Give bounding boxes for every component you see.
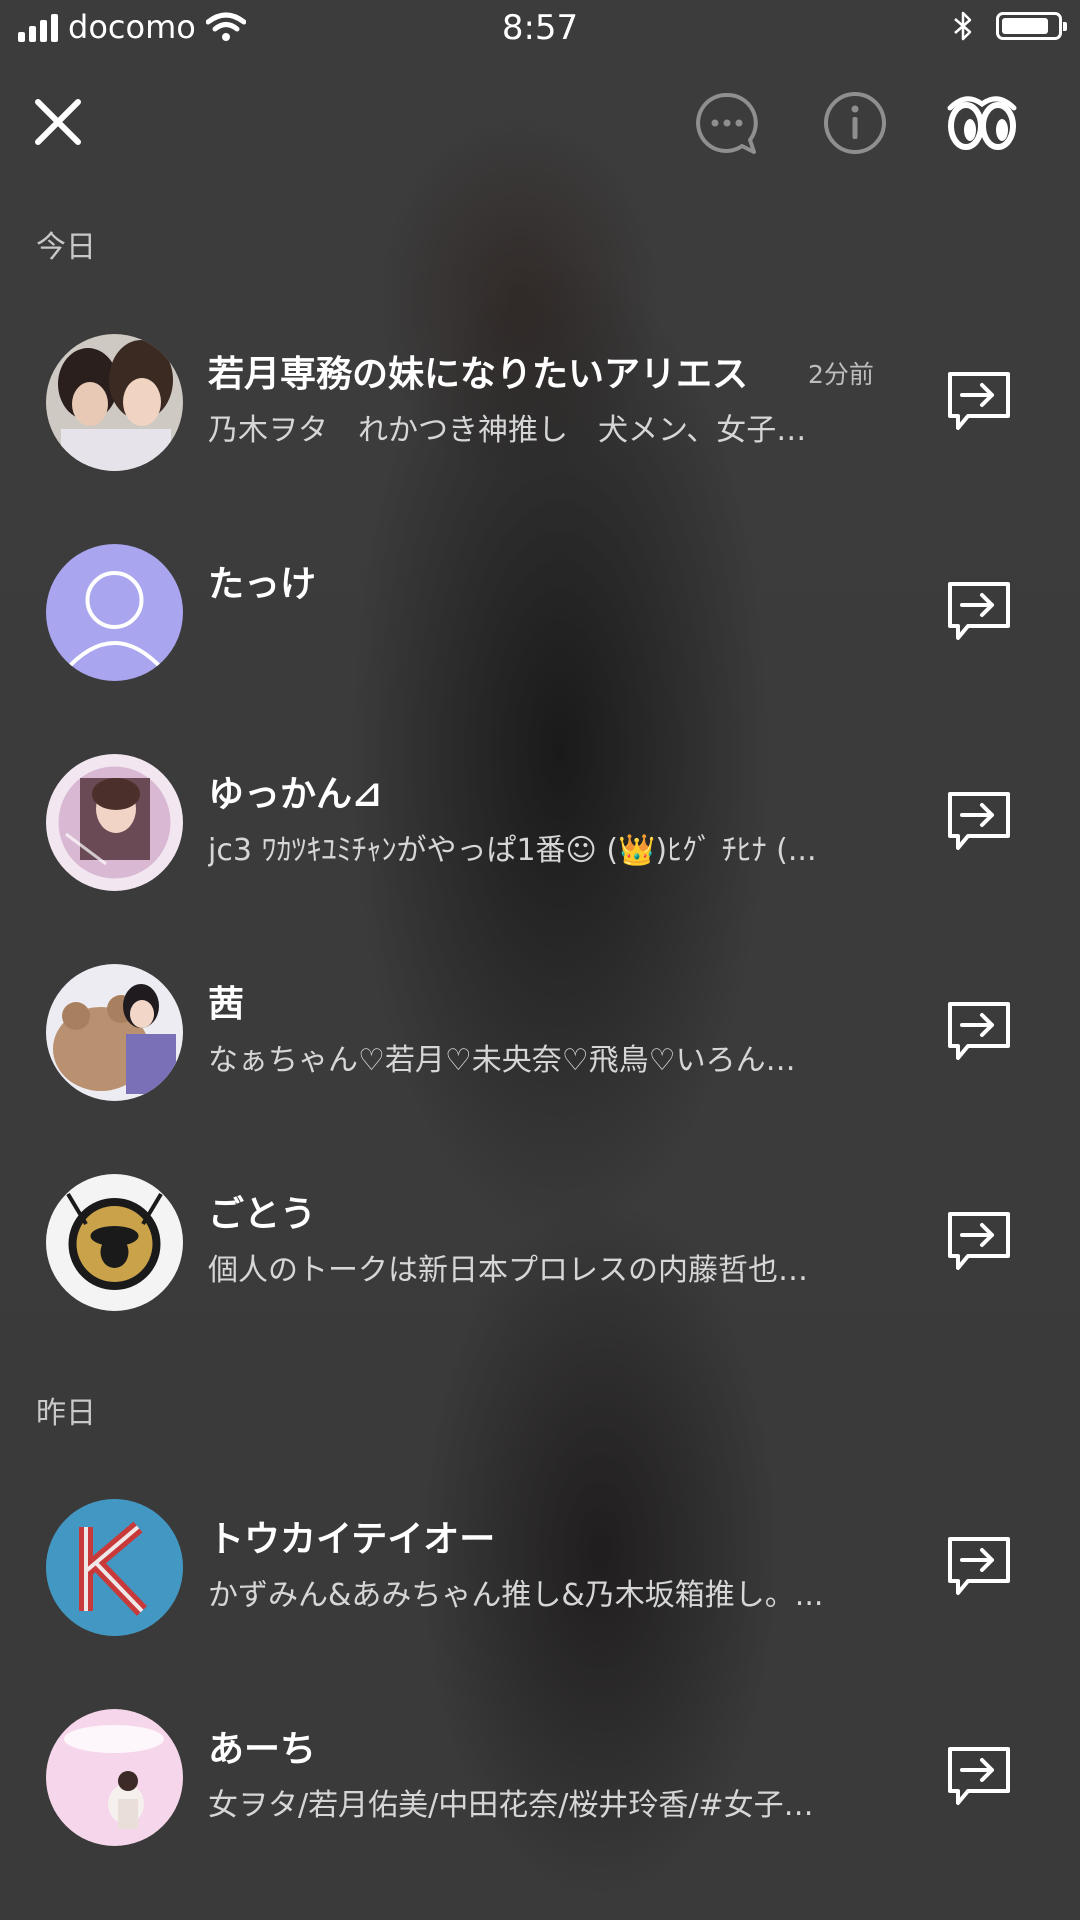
status-right <box>952 10 1067 42</box>
chat-bubble-icon[interactable] <box>694 90 760 156</box>
status-bar: docomo 8:57 <box>0 0 1080 58</box>
list-item[interactable]: たっけ <box>0 537 1080 687</box>
row-description: なぁちゃん♡若月♡未央奈♡飛鳥♡いろん… <box>208 1043 796 1078</box>
avatar <box>46 754 183 891</box>
list-item[interactable]: ごとう 個人のトークは新日本プロレスの内藤哲也… <box>0 1167 1080 1317</box>
share-icon[interactable] <box>946 1210 1012 1274</box>
clock: 8:57 <box>501 8 579 48</box>
section-label-yesterday: 昨日 <box>36 1396 96 1431</box>
row-description: 女ヲタ/若月佑美/中田花奈/桜井玲香/#女子… <box>208 1788 814 1823</box>
share-icon[interactable] <box>946 370 1012 434</box>
list-item[interactable]: あーち 女ヲタ/若月佑美/中田花奈/桜井玲香/#女子… <box>0 1702 1080 1852</box>
row-name: たっけ <box>208 564 317 605</box>
share-icon[interactable] <box>946 1745 1012 1809</box>
avatar <box>46 1709 183 1846</box>
row-name: 若月専務の妹になりたいアリエス <box>208 354 749 395</box>
default-avatar-icon <box>46 544 183 681</box>
avatar <box>46 1499 183 1636</box>
list-item[interactable]: 若月専務の妹になりたいアリエス 2分前 乃木ヲタ れかつき神推し 犬メン、女子… <box>0 327 1080 477</box>
row-name: ゆっかん⊿ <box>208 774 383 815</box>
row-name: トウカイテイオー <box>208 1519 496 1560</box>
row-name: あーち <box>208 1729 317 1770</box>
row-description: jc3 ﾜｶﾂｷﾕﾐﾁｬﾝがやっぱ1番☺ (👑)ﾋｸﾞ ﾁﾋﾅ (... <box>208 833 817 868</box>
row-description: かずみん&あみちゃん推し&乃木坂箱推し。... <box>208 1578 824 1613</box>
share-icon[interactable] <box>946 1000 1012 1064</box>
avatar <box>46 1174 183 1311</box>
bluetooth-icon <box>954 11 972 41</box>
row-name: ごとう <box>208 1194 317 1235</box>
share-icon[interactable] <box>946 790 1012 854</box>
row-time: 2分前 <box>808 360 874 389</box>
row-description: 個人のトークは新日本プロレスの内藤哲也… <box>208 1253 808 1288</box>
close-icon[interactable] <box>30 94 86 150</box>
section-label-today: 今日 <box>36 230 96 265</box>
list-item[interactable]: ゆっかん⊿ jc3 ﾜｶﾂｷﾕﾐﾁｬﾝがやっぱ1番☺ (👑)ﾋｸﾞ ﾁﾋﾅ (.… <box>0 747 1080 897</box>
row-name: 茜 <box>208 984 245 1025</box>
list-item[interactable]: 茜 なぁちゃん♡若月♡未央奈♡飛鳥♡いろん… <box>0 957 1080 1107</box>
share-icon[interactable] <box>946 1535 1012 1599</box>
top-nav <box>0 80 1080 160</box>
avatar <box>46 964 183 1101</box>
avatar <box>46 334 183 471</box>
share-icon[interactable] <box>946 580 1012 644</box>
info-icon[interactable] <box>822 90 888 156</box>
battery-icon <box>996 12 1067 40</box>
row-description: 乃木ヲタ れかつき神推し 犬メン、女子… <box>208 413 807 448</box>
look-icon[interactable] <box>946 90 1018 156</box>
list-item[interactable]: トウカイテイオー かずみん&あみちゃん推し&乃木坂箱推し。... <box>0 1492 1080 1642</box>
battery-level <box>1002 18 1048 34</box>
